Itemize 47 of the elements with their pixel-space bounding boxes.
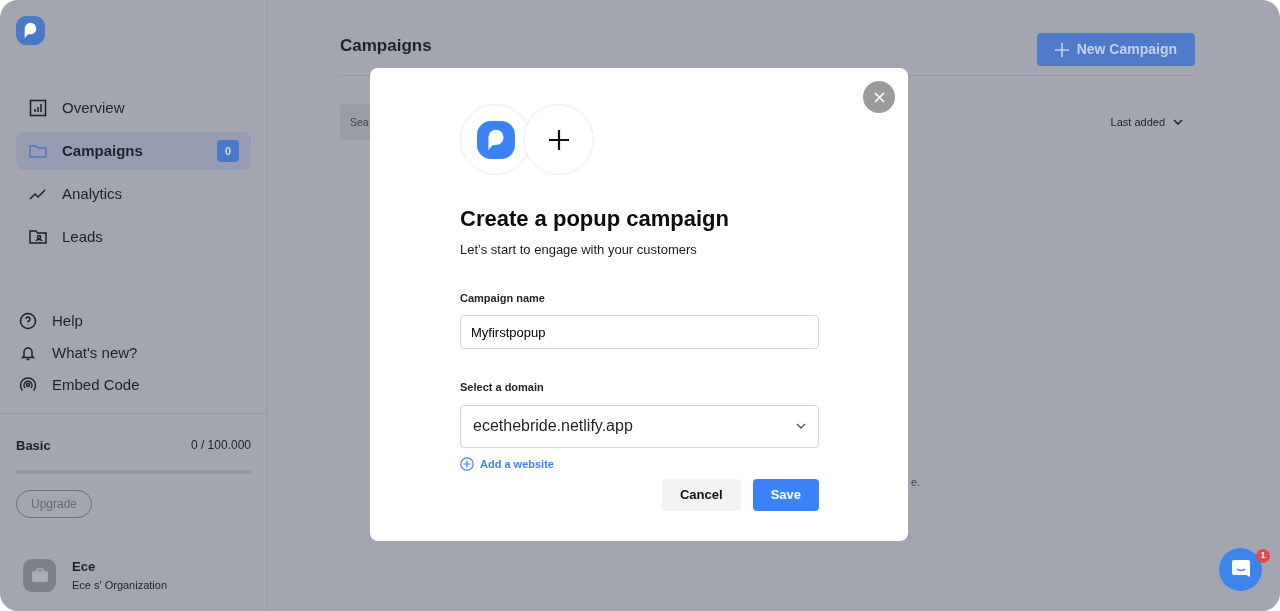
user-name: Ece — [72, 558, 97, 576]
help-icon — [18, 311, 38, 331]
chat-button[interactable] — [1219, 548, 1262, 591]
modal-subtitle: Let’s start to engage with your customers — [460, 241, 698, 260]
nav-label: Leads — [62, 226, 103, 247]
link-label: Help — [52, 310, 83, 331]
chevron-down-icon — [796, 423, 806, 430]
organization-name: Ece s' Organization — [72, 577, 168, 593]
nav-label: Overview — [62, 97, 125, 118]
plan-name: Basic — [16, 437, 51, 455]
chevron-down-icon — [1173, 119, 1183, 125]
briefcase-icon — [31, 568, 48, 582]
close-icon — [873, 91, 885, 103]
field-label: Campaign name — [460, 290, 546, 306]
plus-icon — [548, 129, 569, 150]
chart-icon — [28, 98, 48, 118]
nav-item[interactable]: Analytics — [16, 175, 251, 213]
nav-label: Analytics — [62, 183, 123, 204]
empty-state-text: e. — [911, 475, 921, 490]
link-label: What's new? — [52, 342, 138, 363]
sidebar-link[interactable]: Help — [16, 305, 251, 337]
domain-select[interactable]: ecethebride.netlify.app — [460, 404, 819, 448]
field-label: Select a domain — [460, 380, 545, 396]
contact-folder-icon — [28, 227, 48, 247]
logo-icon — [16, 16, 45, 45]
page-title: Campaigns — [340, 36, 432, 57]
close-button[interactable] — [863, 81, 895, 113]
sidebar-link[interactable]: What's new? — [16, 337, 251, 369]
logo-icon — [476, 120, 515, 159]
usage-count: 0 / 100.000 — [190, 437, 251, 454]
nav-label: Campaigns — [62, 140, 143, 161]
save-button[interactable]: Save — [752, 478, 819, 511]
cancel-button[interactable]: Cancel — [662, 478, 741, 511]
modal-title: Create a popup campaign — [460, 206, 730, 233]
chat-icon — [1231, 560, 1250, 579]
nav-item[interactable]: Campaigns 0 — [16, 132, 251, 170]
sidebar-link[interactable]: Embed Code — [16, 369, 251, 401]
notification-badge: 1 — [1256, 549, 1270, 563]
count-badge: 0 — [216, 139, 239, 163]
add-website-link[interactable]: Add a website — [460, 455, 554, 473]
plus-circle-icon — [460, 456, 474, 471]
campaign-name-input[interactable]: Myfirstpopup — [460, 315, 819, 350]
sort-dropdown[interactable]: Last added — [1110, 113, 1195, 131]
plus-icon — [1054, 42, 1069, 57]
nav-item[interactable]: Overview — [16, 89, 251, 127]
nav-item[interactable]: Leads — [16, 218, 251, 256]
link-label: Embed Code — [52, 374, 140, 395]
